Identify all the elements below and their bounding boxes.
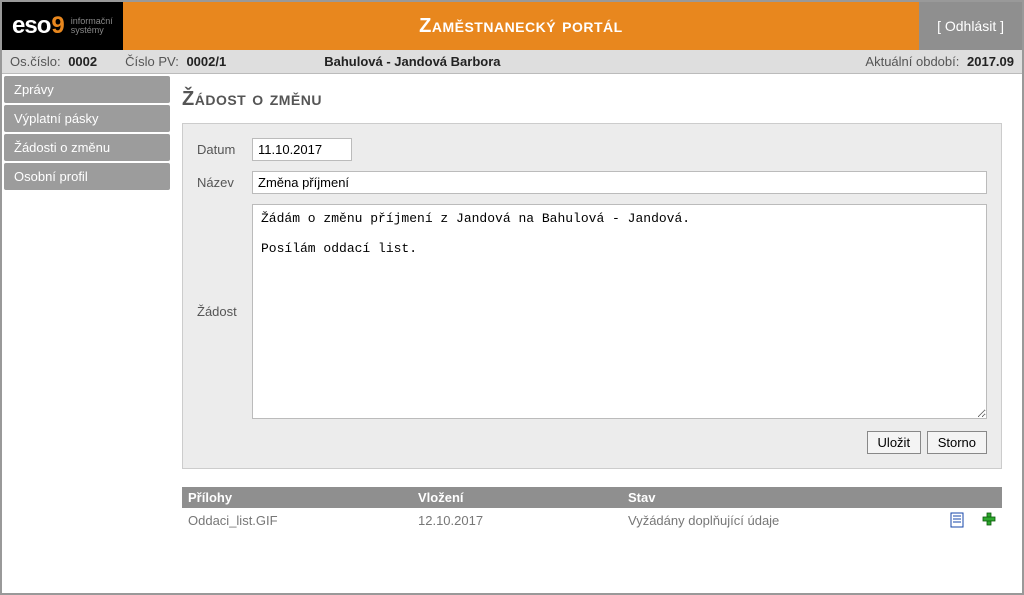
attachment-date: 12.10.2017 — [418, 513, 628, 528]
sidebar-item-osobni-profil[interactable]: Osobní profil — [4, 163, 170, 190]
name-label: Název — [197, 175, 252, 190]
attachment-name[interactable]: Oddaci_list.GIF — [188, 513, 418, 528]
request-label: Žádost — [197, 304, 252, 319]
period-value: 2017.09 — [967, 54, 1014, 69]
date-input[interactable] — [252, 138, 352, 161]
logout-button[interactable]: [ Odhlásit ] — [919, 2, 1022, 50]
attachments-section: Přílohy Vložení Stav Oddaci_list.GIF 12.… — [182, 487, 1002, 532]
app-title: Zaměstnanecký portál — [123, 2, 919, 50]
logo-text-accent: 9 — [51, 12, 64, 40]
period-label: Aktuální období: — [865, 54, 959, 69]
info-bar: Os.číslo: 0002 Číslo PV: 0002/1 Bahulová… — [2, 50, 1022, 74]
name-input[interactable] — [252, 171, 987, 194]
logo: eso9 informační systémy — [2, 2, 123, 50]
oscislo-label: Os.číslo: — [10, 54, 61, 69]
app-header: eso9 informační systémy Zaměstnanecký po… — [2, 2, 1022, 50]
main-content: Žádost o změnu Datum Název Žádost Uložit… — [172, 74, 1022, 593]
attachment-row: Oddaci_list.GIF 12.10.2017 Vyžádány dopl… — [182, 508, 1002, 532]
page-title: Žádost o změnu — [182, 88, 1002, 111]
attachment-status: Vyžádány doplňující údaje — [628, 513, 926, 528]
col-status-header: Stav — [628, 490, 926, 505]
sidebar-item-zpravy[interactable]: Zprávy — [4, 76, 170, 103]
col-date-header: Vložení — [418, 490, 628, 505]
request-textarea[interactable] — [252, 204, 987, 419]
cancel-button[interactable]: Storno — [927, 431, 987, 454]
date-label: Datum — [197, 142, 252, 157]
save-button[interactable]: Uložit — [867, 431, 922, 454]
sidebar-item-vyplatni-pasky[interactable]: Výplatní pásky — [4, 105, 170, 132]
cislopv-label: Číslo PV: — [125, 54, 179, 69]
logo-subtitle: informační systémy — [71, 17, 113, 35]
add-attachment-icon[interactable] — [982, 512, 996, 528]
logo-text-main: eso — [12, 12, 50, 40]
request-form: Datum Název Žádost Uložit Storno — [182, 123, 1002, 469]
cislopv-value: 0002/1 — [186, 54, 226, 69]
col-name-header: Přílohy — [188, 490, 418, 505]
sidebar-item-zadosti-o-zmenu[interactable]: Žádosti o změnu — [4, 134, 170, 161]
employee-name: Bahulová - Jandová Barbora — [324, 54, 500, 69]
sidebar: Zprávy Výplatní pásky Žádosti o změnu Os… — [2, 74, 172, 593]
attachments-header: Přílohy Vložení Stav — [182, 487, 1002, 508]
document-icon[interactable] — [950, 512, 964, 528]
oscislo-value: 0002 — [68, 54, 97, 69]
